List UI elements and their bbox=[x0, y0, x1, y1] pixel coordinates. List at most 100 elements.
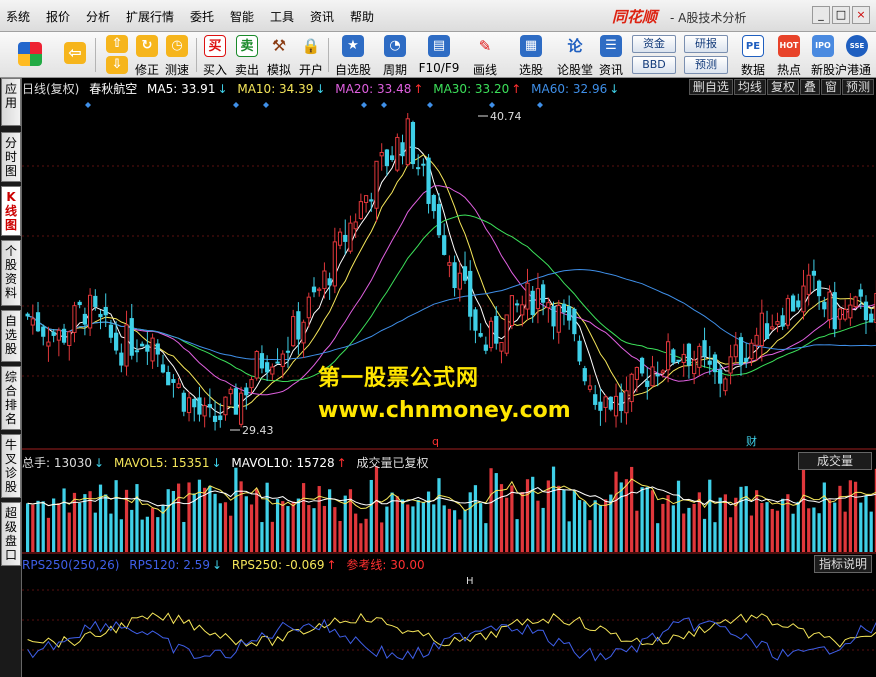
candle bbox=[780, 315, 785, 327]
volume-button[interactable]: 成交量 bbox=[798, 452, 872, 470]
home-button[interactable] bbox=[14, 34, 44, 76]
volume-bar bbox=[833, 502, 837, 552]
news-button[interactable]: ☰ 资讯 bbox=[596, 34, 626, 77]
period-button[interactable]: ◔ 周期 bbox=[380, 34, 410, 77]
forecast-pill[interactable]: 预测 bbox=[684, 56, 728, 74]
hammer-icon: ⚒ bbox=[271, 36, 287, 55]
volume-bar bbox=[312, 508, 316, 552]
volume-bar bbox=[114, 480, 118, 552]
candle bbox=[832, 292, 837, 330]
candle bbox=[561, 303, 567, 313]
candle bbox=[639, 357, 645, 374]
volume-bar bbox=[104, 494, 108, 552]
candle bbox=[108, 324, 114, 338]
candle bbox=[738, 337, 744, 365]
tab-kline[interactable]: K线图 bbox=[1, 186, 21, 236]
volume-bar bbox=[452, 510, 457, 552]
maximize-button[interactable]: □ bbox=[832, 6, 850, 24]
candle bbox=[35, 312, 41, 332]
screen-icon: ▦ bbox=[520, 35, 542, 57]
tab-watchlist[interactable]: 自选股 bbox=[1, 310, 21, 362]
candle bbox=[72, 305, 77, 333]
open-account-button[interactable]: 🔒 开户 bbox=[296, 34, 326, 77]
volume-bar bbox=[760, 502, 764, 552]
candle bbox=[171, 379, 176, 383]
candle bbox=[410, 122, 416, 165]
candle bbox=[249, 379, 254, 389]
volume-bar bbox=[52, 498, 56, 552]
tab-diagnosis[interactable]: 牛叉诊股 bbox=[1, 434, 21, 498]
menu-tools[interactable]: 工具 bbox=[270, 8, 294, 25]
tab-super-order-book[interactable]: 超级盘口 bbox=[1, 502, 21, 566]
menu-help[interactable]: 帮助 bbox=[350, 8, 374, 25]
hot-button[interactable]: HOT 热点 bbox=[774, 34, 804, 77]
data-button[interactable]: PE 数据 bbox=[738, 34, 768, 77]
volume-bar bbox=[817, 513, 821, 552]
candle bbox=[176, 383, 181, 388]
candle bbox=[796, 300, 801, 308]
forum-button[interactable]: 论 论股堂 bbox=[557, 34, 593, 77]
watchlist-button[interactable]: ★ 自选股 bbox=[335, 34, 371, 77]
close-button[interactable]: × bbox=[852, 6, 870, 24]
volume-bar bbox=[624, 479, 629, 552]
hk-connect-button[interactable]: SSE 沪港通 bbox=[835, 34, 872, 77]
fund-pill[interactable]: 资金 bbox=[632, 35, 676, 53]
volume-bar bbox=[864, 495, 868, 552]
pe-icon: PE bbox=[742, 35, 764, 57]
candle bbox=[296, 311, 301, 340]
volume-bar bbox=[593, 500, 597, 552]
sell-icon: 卖 bbox=[236, 35, 258, 57]
f10-button[interactable]: ▤ F10/F9 bbox=[419, 34, 459, 76]
volume-bar bbox=[557, 485, 561, 552]
candle bbox=[728, 356, 733, 374]
speed-test-button[interactable]: ◷ 测速 bbox=[162, 34, 192, 77]
indicator-help-button[interactable]: 指标说明 bbox=[813, 555, 872, 573]
app-window: 系统 报价 分析 扩展行情 委托 智能 工具 资讯 帮助 同花顺 - A股技术分… bbox=[0, 0, 876, 677]
volume-bar bbox=[765, 502, 769, 552]
candle bbox=[718, 369, 723, 384]
volume-bar bbox=[338, 521, 342, 552]
menu-system[interactable]: 系统 bbox=[6, 8, 30, 25]
menu-news[interactable]: 资讯 bbox=[310, 8, 334, 25]
menu-order[interactable]: 委托 bbox=[190, 8, 214, 25]
menu-extended-quote[interactable]: 扩展行情 bbox=[126, 8, 174, 25]
stock-screen-button[interactable]: ▦ 选股 bbox=[516, 34, 546, 77]
ipo-icon: IPO bbox=[812, 35, 834, 57]
minimize-button[interactable]: _ bbox=[812, 6, 830, 24]
high-price-label: 40.74 bbox=[490, 110, 522, 123]
volume-bar bbox=[286, 506, 290, 552]
candle bbox=[56, 329, 61, 341]
volume-bar bbox=[265, 482, 269, 552]
candle bbox=[671, 349, 676, 363]
candle bbox=[822, 301, 827, 310]
candle bbox=[759, 312, 764, 347]
volume-bar bbox=[223, 502, 228, 552]
menu-analysis[interactable]: 分析 bbox=[86, 8, 110, 25]
open-account-label: 开户 bbox=[298, 63, 323, 77]
research-pill[interactable]: 研报 bbox=[684, 35, 728, 53]
back-button[interactable]: ⇦ bbox=[60, 34, 90, 76]
candle bbox=[801, 285, 806, 313]
candle bbox=[87, 294, 93, 329]
menu-quote[interactable]: 报价 bbox=[46, 8, 70, 25]
candle bbox=[30, 318, 35, 326]
candle bbox=[712, 354, 718, 373]
candle bbox=[744, 357, 749, 362]
candle bbox=[655, 374, 660, 377]
candle bbox=[473, 309, 478, 331]
rps250-title: RPS250(250,26) bbox=[22, 558, 120, 572]
window-title: - A股技术分析 bbox=[670, 11, 747, 25]
tab-stock-profile[interactable]: 个股资料 bbox=[1, 240, 21, 306]
menu-smart[interactable]: 智能 bbox=[230, 8, 254, 25]
tab-apps[interactable]: 应用 bbox=[1, 78, 21, 126]
discuss-icon: 论 bbox=[567, 37, 583, 55]
candle bbox=[275, 361, 280, 364]
volume-bar bbox=[510, 485, 514, 552]
bbd-pill[interactable]: BBD bbox=[632, 56, 676, 74]
volume-bar bbox=[676, 480, 681, 552]
volume-bar bbox=[650, 490, 655, 552]
tab-intraday[interactable]: 分时图 bbox=[1, 132, 21, 182]
volume-bar bbox=[36, 500, 40, 552]
tab-ranking[interactable]: 综合排名 bbox=[1, 366, 21, 430]
draw-line-button[interactable]: ✎ 画线 bbox=[470, 34, 500, 77]
